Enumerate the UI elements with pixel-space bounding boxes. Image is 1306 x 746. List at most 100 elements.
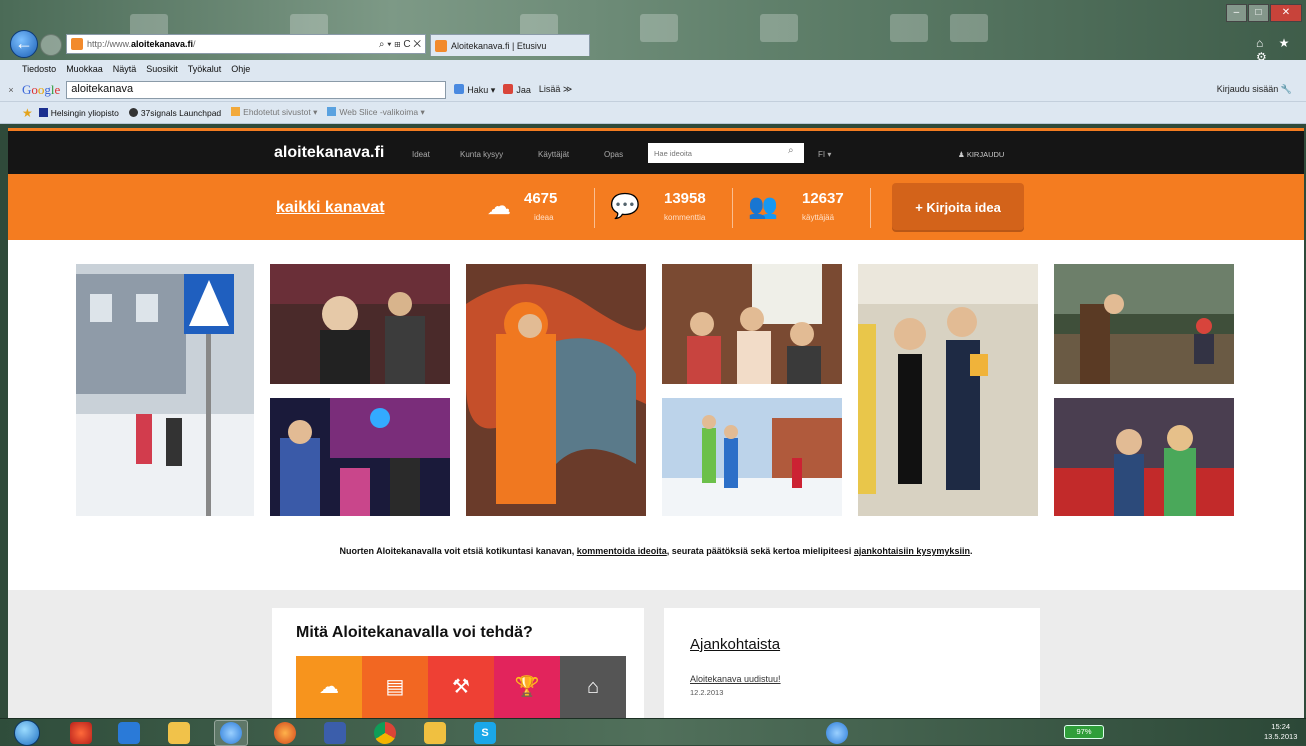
news-panel: Ajankohtaista Aloitekanava uudistuu! 12.… (664, 608, 1040, 718)
favicon-icon (71, 38, 83, 50)
nav-ideas[interactable]: Ideat (412, 150, 430, 159)
address-actions[interactable]: ⌕ ▾ ⊞ C ✕ (379, 39, 421, 50)
nav-users[interactable]: Käyttäjät (538, 150, 569, 159)
more-button[interactable]: Lisää ≫ (539, 84, 572, 95)
nav-municipality-asks[interactable]: Kunta kysyy (460, 150, 503, 159)
stat-comments: 💬 13958 kommenttia (610, 186, 720, 230)
document-icon: ▤ (385, 676, 405, 698)
tab-active[interactable]: Aloitekanava.fi | Etusivu (430, 34, 590, 56)
stat-users: 👥 12637 käyttäjää (748, 186, 858, 230)
menu-item-tools[interactable]: Työkalut (188, 64, 222, 74)
tile-trophy[interactable]: 🏆 (494, 656, 560, 718)
background-tile (640, 14, 678, 42)
menu-item-help[interactable]: Ohje (231, 64, 250, 74)
google-search-input[interactable]: aloitekanava (66, 80, 447, 99)
photo-winter-playground[interactable] (662, 398, 842, 516)
news-title[interactable]: Ajankohtaista (690, 636, 780, 653)
photo-school-hallway[interactable] (858, 264, 1038, 516)
signin-link[interactable]: Kirjaudu sisään 🔧 (1217, 84, 1292, 95)
photo-gaming[interactable] (1054, 398, 1234, 516)
intro-text: Nuorten Aloitekanavalla voit etsiä kotik… (339, 546, 973, 556)
close-toolbar-icon[interactable]: × (0, 85, 22, 95)
search-icon[interactable]: ⌕ (788, 145, 794, 156)
window-controls: – □ ✕ (1226, 4, 1302, 22)
tile-ideas[interactable]: ☁ (296, 656, 362, 718)
address-bar[interactable]: http://www.aloitekanava.fi/ ⌕ ▾ ⊞ C ✕ (66, 34, 426, 54)
stat-comments-value: 13958 (664, 190, 706, 207)
favorite-icon (38, 107, 48, 117)
site-search-input[interactable] (648, 143, 804, 163)
favorite-suggested-sites[interactable]: Ehdotetut sivustot ▾ (231, 107, 317, 118)
tile-document[interactable]: ▤ (362, 656, 428, 718)
tile-decision[interactable]: ⚒ (428, 656, 494, 718)
home-favorites-tools-icons[interactable]: ⌂ ★ ⚙ (1256, 36, 1306, 64)
stat-ideas-value: 4675 (524, 190, 558, 207)
divider (870, 188, 871, 228)
close-button[interactable]: ✕ (1269, 4, 1302, 22)
photo-campfire[interactable] (1054, 264, 1234, 384)
favorite-icon (128, 107, 138, 117)
idea-cloud-icon: ☁ (487, 193, 511, 220)
share-button[interactable]: Jaa (503, 84, 531, 95)
internet-explorer-icon[interactable] (220, 722, 242, 744)
stats-bar: kaikki kanavat ☁ 4675 ideaa 💬 13958 komm… (8, 174, 1304, 240)
menu-bar: Tiedosto Muokkaa Näytä Suosikit Työkalut… (0, 60, 1306, 78)
menu-item-edit[interactable]: Muokkaa (66, 64, 103, 74)
nav-guide[interactable]: Opas (604, 150, 623, 159)
back-button[interactable]: ← (10, 30, 38, 58)
app-icon[interactable] (324, 722, 346, 744)
background-tile (950, 14, 988, 42)
network-globe-icon[interactable] (826, 722, 848, 744)
battery-indicator[interactable]: 97% (1064, 725, 1104, 739)
tile-municipality[interactable]: ⌂ (560, 656, 626, 718)
comment-bubble-icon: 💬 (610, 193, 640, 220)
background-tile (760, 14, 798, 42)
app-icon[interactable] (424, 722, 446, 744)
site-logo[interactable]: aloitekanava.fi (274, 144, 384, 162)
write-idea-button[interactable]: + Kirjoita idea (892, 183, 1024, 232)
photo-snowy-street[interactable] (76, 264, 254, 516)
address-url[interactable]: http://www.aloitekanava.fi/ (87, 39, 379, 49)
all-channels-link[interactable]: kaikki kanavat (276, 199, 385, 217)
system-tray: 97% 15:24 13.5.2013 (1010, 722, 1300, 744)
login-link[interactable]: ♟ KIRJAUDU (958, 150, 1004, 159)
favorite-icon (327, 107, 337, 116)
idea-cloud-icon: ☁ (319, 676, 339, 698)
favorite-web-slice[interactable]: Web Slice -valikoima ▾ (327, 107, 425, 118)
firefox-icon[interactable] (274, 722, 296, 744)
divider (594, 188, 595, 228)
folder-icon[interactable] (168, 722, 190, 744)
news-item-link[interactable]: Aloitekanava uudistuu! (690, 674, 781, 684)
menu-item-view[interactable]: Näytä (113, 64, 137, 74)
skype-icon[interactable]: S (474, 722, 496, 744)
language-selector[interactable]: FI ▾ (818, 150, 831, 159)
start-button[interactable] (14, 720, 40, 746)
search-icon (454, 83, 465, 94)
stat-users-value: 12637 (802, 190, 844, 207)
menu-item-file[interactable]: Tiedosto (22, 64, 56, 74)
favorite-helsinki[interactable]: Helsingin yliopisto (38, 107, 119, 118)
photo-graffiti[interactable] (466, 264, 646, 516)
photo-meeting[interactable] (662, 264, 842, 384)
comment-ideas-link[interactable]: kommentoida ideoita (577, 546, 667, 556)
photo-singer[interactable] (270, 264, 450, 384)
menu-item-favorites[interactable]: Suosikit (146, 64, 178, 74)
lower-section: Mitä Aloitekanavalla voi tehdä? ☁ ▤ ⚒ 🏆 … (8, 590, 1304, 718)
favorites-star-icon[interactable]: ★ (22, 106, 33, 120)
app-icon[interactable] (70, 722, 92, 744)
google-search-button[interactable]: Haku ▾ (454, 83, 495, 96)
photo-concert[interactable] (270, 398, 450, 516)
google-logo: Google (22, 81, 61, 97)
stat-ideas: ☁ 4675 ideaa (484, 186, 594, 230)
website-viewport: aloitekanava.fi Ideat Kunta kysyy Käyttä… (8, 128, 1304, 718)
gavel-icon: ⚒ (452, 676, 470, 698)
maximize-button[interactable]: □ (1247, 4, 1269, 22)
minimize-button[interactable]: – (1226, 4, 1247, 22)
chrome-icon[interactable] (374, 722, 396, 744)
stat-users-label: käyttäjää (802, 213, 835, 222)
current-questions-link[interactable]: ajankohtaisiin kysymyksiin (854, 546, 970, 556)
forward-button[interactable] (40, 34, 62, 56)
clock[interactable]: 15:24 13.5.2013 (1264, 722, 1297, 742)
favorite-37signals[interactable]: 37signals Launchpad (128, 107, 221, 118)
app-icon[interactable] (118, 722, 140, 744)
